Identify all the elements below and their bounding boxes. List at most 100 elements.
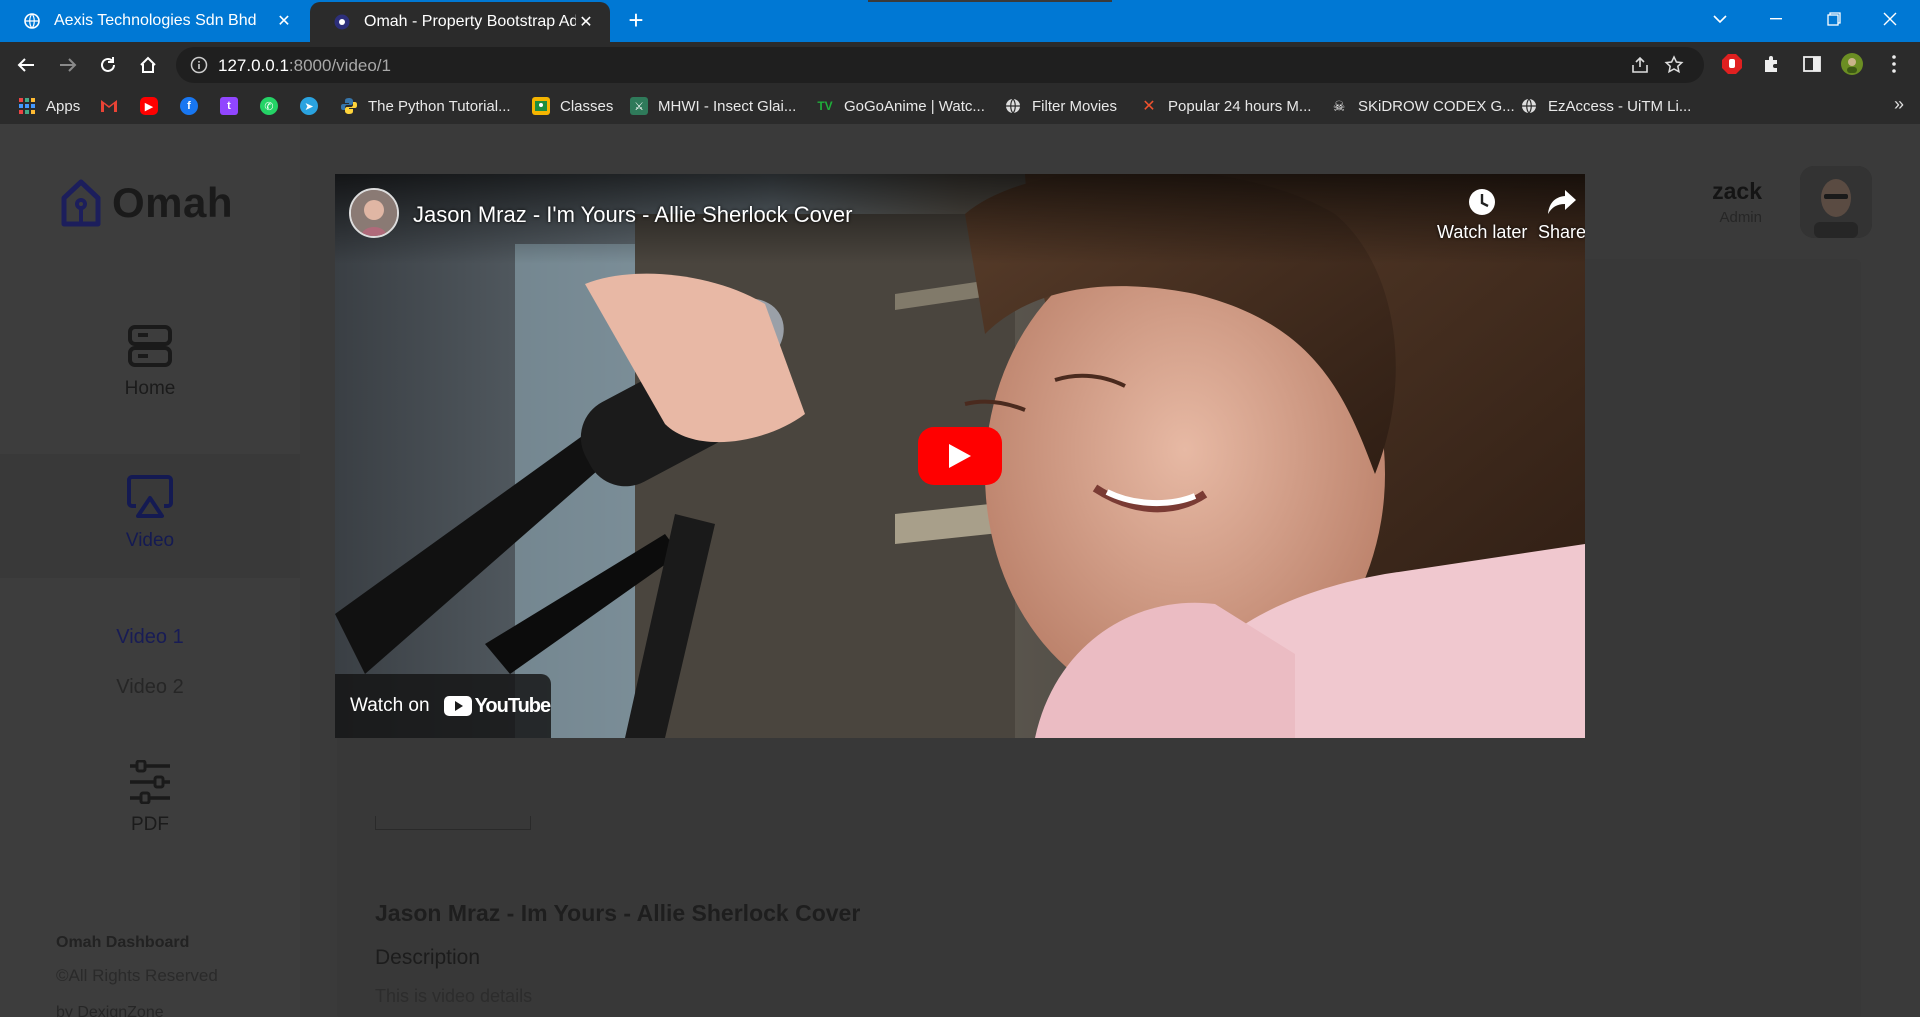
description-text: This is video details	[375, 986, 533, 1006]
nav-label: Video	[125, 530, 175, 551]
skull-icon: ☠	[1332, 97, 1346, 114]
sub-item-video-2[interactable]: Video 2	[0, 676, 300, 699]
omah-logo[interactable]: Omah	[60, 178, 233, 228]
url-text: 127.0.0.1:8000/video/1	[218, 56, 391, 76]
bookmark-label: EzAccess - UiTM Li...	[1548, 97, 1692, 115]
browser-tab-omah[interactable]: Omah - Property Bootstrap Admi ✕	[310, 2, 610, 42]
browser-menu-icon[interactable]	[1882, 52, 1906, 76]
share-button[interactable]: Share	[1538, 188, 1585, 243]
whatsapp-icon: ✆	[260, 97, 278, 115]
address-bar[interactable]: 127.0.0.1:8000/video/1	[176, 47, 1704, 83]
bookmark-facebook[interactable]: f	[180, 96, 208, 116]
player-video-title[interactable]: Jason Mraz - I'm Yours - Allie Sherlock …	[413, 202, 852, 228]
bookmark-label: MHWI - Insect Glai...	[658, 97, 797, 115]
play-icon	[949, 444, 971, 468]
new-tab-button[interactable]: +	[622, 6, 650, 34]
bookmark-apps[interactable]: Apps	[18, 96, 80, 116]
bookmark-python-tutorial[interactable]: The Python Tutorial...	[340, 96, 511, 116]
bookmark-whatsapp[interactable]: ✆	[260, 96, 288, 116]
watch-later-button[interactable]: Watch later	[1437, 188, 1527, 243]
browser-tab-aexis[interactable]: Aexis Technologies Sdn Bhd ✕	[0, 0, 308, 42]
share-page-icon[interactable]	[1630, 55, 1650, 75]
extensions-puzzle-icon[interactable]	[1760, 52, 1784, 76]
site-info-icon[interactable]	[190, 56, 208, 79]
classroom-icon	[532, 97, 550, 115]
bookmark-popular-24h[interactable]: ✕ Popular 24 hours M...	[1140, 96, 1311, 116]
nav-item-home[interactable]: Home	[0, 324, 300, 434]
avatar[interactable]	[1800, 166, 1872, 238]
share-label: Share	[1538, 222, 1585, 242]
user-role: Admin	[1719, 209, 1762, 226]
footer-title: Omah Dashboard	[56, 934, 190, 951]
mhwi-icon: ⚔	[630, 97, 648, 115]
bookmark-twitch[interactable]: t	[220, 96, 248, 116]
close-window-icon[interactable]	[1862, 0, 1918, 38]
bookmark-label: SKiDROW CODEX G...	[1358, 97, 1515, 115]
clock-icon	[1469, 189, 1496, 215]
close-tab-icon[interactable]: ✕	[576, 12, 596, 32]
logo-text: Omah	[112, 179, 234, 226]
window-drag-indicator	[868, 0, 1112, 2]
youtube-embed-player[interactable]: Jason Mraz - I'm Yours - Allie Sherlock …	[335, 174, 1585, 738]
nav-label: Home	[124, 378, 176, 399]
reload-icon[interactable]	[94, 51, 122, 79]
bookmark-gogoanime[interactable]: TV GoGoAnime | Watc...	[816, 96, 985, 116]
bookmark-star-icon[interactable]	[1664, 55, 1684, 75]
house-logo-icon	[61, 179, 101, 227]
sub-item-video-1[interactable]: Video 1	[0, 626, 300, 649]
tab-title: Omah - Property Bootstrap Admi	[364, 13, 576, 30]
adblock-extension-icon[interactable]	[1720, 52, 1744, 76]
airplay-icon	[127, 475, 173, 518]
back-arrow-icon[interactable]	[12, 51, 40, 79]
forward-arrow-icon[interactable]	[54, 51, 82, 79]
user-name: zack	[1712, 178, 1762, 204]
share-arrow-icon	[1548, 190, 1577, 214]
profile-avatar-icon[interactable]	[1840, 52, 1864, 76]
sidebar: Omah Home Video Video 1 Video 2 PDF Omah…	[0, 124, 300, 1017]
tab-search-icon[interactable]	[1692, 0, 1748, 38]
gogoanime-icon: TV	[817, 99, 833, 113]
youtube-icon: ▶	[140, 97, 158, 115]
browser-toolbar: 127.0.0.1:8000/video/1	[0, 42, 1920, 88]
video-frame-bottom	[375, 816, 531, 830]
home-icon[interactable]	[134, 51, 162, 79]
restore-window-icon[interactable]	[1806, 0, 1862, 38]
url-host: 127.0.0.1	[218, 56, 289, 75]
bookmark-mhwi[interactable]: ⚔ MHWI - Insect Glai...	[630, 96, 796, 116]
user-photo	[1800, 166, 1872, 238]
bookmark-label: GoGoAnime | Watc...	[844, 97, 985, 115]
channel-avatar[interactable]	[349, 188, 399, 238]
globe-icon	[1520, 97, 1538, 115]
play-button[interactable]	[918, 427, 1002, 485]
bookmark-label: The Python Tutorial...	[368, 97, 511, 115]
channel-photo	[351, 190, 397, 236]
facebook-icon: f	[180, 97, 198, 115]
watch-on-youtube-button[interactable]: Watch on YouTube	[335, 674, 551, 738]
close-tab-icon[interactable]: ✕	[274, 11, 294, 31]
bookmark-classes[interactable]: Classes	[532, 96, 613, 116]
nav-label: PDF	[131, 814, 169, 835]
bookmark-youtube[interactable]: ▶	[140, 96, 168, 116]
nav-item-pdf[interactable]: PDF	[0, 760, 300, 870]
bookmark-skidrow[interactable]: ☠ SKiDROW CODEX G...	[1330, 96, 1515, 116]
globe-icon	[24, 13, 40, 29]
nav-item-video[interactable]: Video	[0, 454, 300, 578]
bookmark-label: Apps	[46, 97, 81, 115]
telegram-icon: ➤	[300, 97, 318, 115]
user-profile[interactable]: zack Admin	[1712, 166, 1872, 238]
bookmark-ezaccess[interactable]: EzAccess - UiTM Li...	[1520, 96, 1691, 116]
bookmarks-bar: Apps ▶ f t ✆ ➤ The Python Tutorial... Cl…	[0, 88, 1920, 124]
footer-by: by DexignZone	[56, 1004, 164, 1017]
bookmark-telegram[interactable]: ➤	[300, 96, 328, 116]
bookmark-gmail[interactable]	[100, 96, 128, 116]
bookmarks-overflow-button[interactable]: »	[1894, 94, 1904, 115]
minimize-window-icon[interactable]	[1748, 0, 1804, 38]
globe-icon	[1004, 97, 1022, 115]
x-icon: ✕	[1142, 98, 1156, 115]
side-panel-icon[interactable]	[1800, 52, 1824, 76]
bookmark-label: Filter Movies	[1032, 97, 1118, 115]
twitch-icon: t	[220, 97, 238, 115]
tab-title: Aexis Technologies Sdn Bhd	[54, 12, 257, 29]
watch-on-label: Watch on	[350, 695, 430, 716]
bookmark-filter-movies[interactable]: Filter Movies	[1004, 96, 1117, 116]
